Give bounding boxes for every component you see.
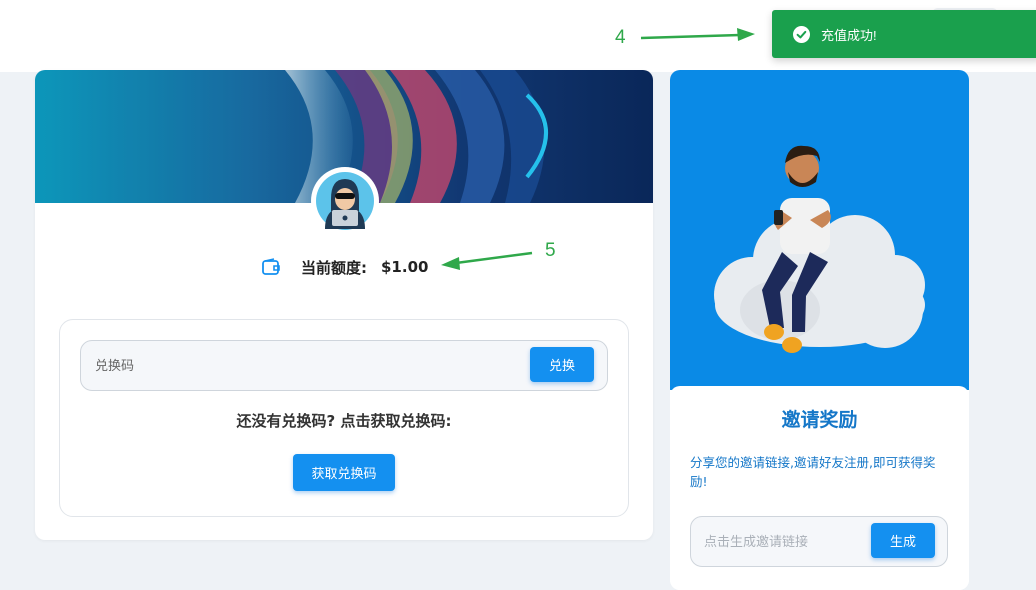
success-toast: 充值成功! [772,10,1036,58]
invite-body: 邀请奖励 分享您的邀请链接,邀请好友注册,即可获得奖励! 生成 [670,386,969,590]
generate-invite-button[interactable]: 生成 [871,523,935,558]
account-card: 当前额度: $1.00 兑换 还没有兑换码? 点击获取兑换码: 获取兑换码 [35,70,653,540]
quota-value: $1.00 [381,258,429,276]
check-circle-icon [793,25,810,43]
redeem-panel: 兑换 还没有兑换码? 点击获取兑换码: 获取兑换码 [59,319,629,517]
wallet-icon [262,258,280,275]
no-code-prompt: 还没有兑换码? 点击获取兑换码: [236,412,452,430]
user-avatar[interactable] [311,167,379,235]
quota-row: 当前额度: $1.00 [261,256,428,278]
toast-message: 充值成功! [821,27,877,43]
invite-card: 邀请奖励 分享您的邀请链接,邀请好友注册,即可获得奖励! 生成 [670,70,969,590]
invite-description: 分享您的邀请链接,邀请好友注册,即可获得奖励! [690,455,936,489]
annotation-label-5: 5 [545,240,556,261]
invite-hero-illustration [670,70,969,390]
invite-link-input[interactable] [691,517,881,568]
man-on-cloud-illustration [714,145,925,353]
get-redeem-code-button[interactable]: 获取兑换码 [293,454,395,491]
hacker-avatar-icon [312,168,378,234]
redeem-button[interactable]: 兑换 [530,347,594,382]
invite-title: 邀请奖励 [781,409,858,431]
quota-label: 当前额度: [301,258,367,277]
redeem-input-group: 兑换 [80,340,608,392]
annotation-label-4: 4 [615,27,626,48]
invite-input-group: 生成 [690,516,948,568]
redeem-code-input[interactable] [81,341,537,392]
